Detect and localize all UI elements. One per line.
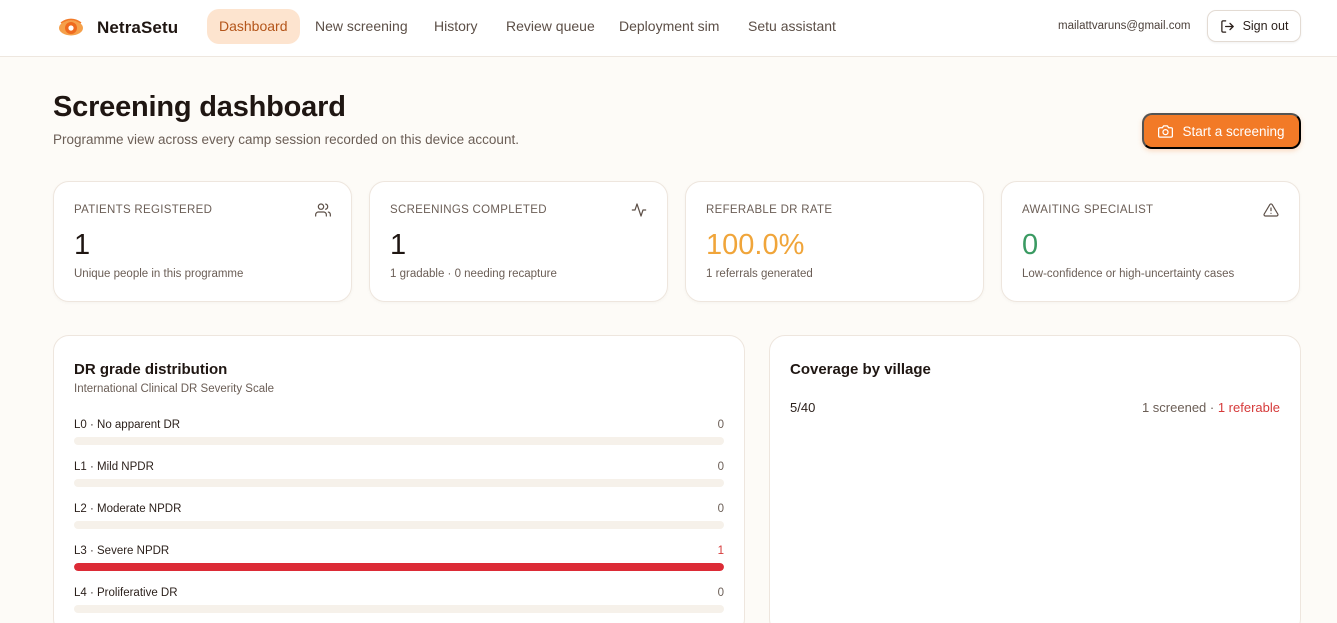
grade-bar-track xyxy=(74,605,724,613)
grade-bar-track xyxy=(74,479,724,487)
dr-grade-distribution-panel: DR grade distribution International Clin… xyxy=(53,335,745,623)
stat-card-awaiting-specialist: AWAITING SPECIALIST 0 Low-confidence or … xyxy=(1001,181,1300,302)
stat-note: Low-confidence or high-uncertainty cases xyxy=(1022,268,1235,280)
stat-label: AWAITING SPECIALIST xyxy=(1022,204,1154,216)
grade-count: 1 xyxy=(717,545,724,557)
village-referable-count: 1 referable xyxy=(1217,400,1280,415)
nav-deployment-sim[interactable]: Deployment sim xyxy=(607,9,731,44)
grade-count: 0 xyxy=(717,503,724,515)
coverage-by-village-panel: Coverage by village 5/40 1 screened · 1 … xyxy=(769,335,1301,623)
eye-logo-icon xyxy=(59,18,83,36)
users-icon xyxy=(315,203,331,217)
stat-value: 100.0% xyxy=(706,229,805,261)
stat-note: 1 gradable · 0 needing recapture xyxy=(390,268,557,280)
activity-icon xyxy=(631,203,647,217)
stat-note: Unique people in this programme xyxy=(74,268,244,280)
grade-row-l4: L4 · Proliferative DR 0 xyxy=(74,587,724,617)
start-screening-button[interactable]: Start a screening xyxy=(1142,113,1301,149)
sign-out-icon xyxy=(1220,19,1234,33)
alert-triangle-icon xyxy=(1263,203,1279,217)
user-email: mailattvaruns@gmail.com xyxy=(1058,20,1191,32)
grade-count: 0 xyxy=(717,587,724,599)
stat-label: SCREENINGS COMPLETED xyxy=(390,204,547,216)
nav-new-screening[interactable]: New screening xyxy=(303,9,420,44)
grade-label: L4 · Proliferative DR xyxy=(74,587,178,599)
grade-bar-track xyxy=(74,521,724,529)
brand[interactable]: NetraSetu xyxy=(58,14,178,42)
sign-out-button[interactable]: Sign out xyxy=(1207,10,1301,42)
stat-value: 0 xyxy=(1022,229,1039,261)
grade-bar-fill xyxy=(74,563,724,571)
brand-name: NetraSetu xyxy=(97,18,179,37)
stat-card-patients-registered: PATIENTS REGISTERED 1 Unique people in t… xyxy=(53,181,352,302)
panel-subtitle: International Clinical DR Severity Scale xyxy=(74,383,275,395)
top-nav-bar: NetraSetu Dashboard New screening Histor… xyxy=(0,0,1337,57)
grade-label: L2 · Moderate NPDR xyxy=(74,503,182,515)
grade-bar-track xyxy=(74,563,724,571)
nav-history[interactable]: History xyxy=(422,9,490,44)
stat-card-screenings-completed: SCREENINGS COMPLETED 1 1 gradable · 0 ne… xyxy=(369,181,668,302)
panel-title: DR grade distribution xyxy=(74,361,228,378)
camera-icon xyxy=(1158,124,1174,138)
nav-review-queue[interactable]: Review queue xyxy=(494,9,607,44)
stat-card-referable-dr-rate: REFERABLE DR RATE 100.0% 1 referrals gen… xyxy=(685,181,984,302)
grade-row-l1: L1 · Mild NPDR 0 xyxy=(74,461,724,491)
panel-title: Coverage by village xyxy=(790,361,931,378)
nav-setu-assistant[interactable]: Setu assistant xyxy=(736,9,848,44)
village-stats-separator: · xyxy=(1206,400,1218,415)
stat-label: REFERABLE DR RATE xyxy=(706,204,833,216)
page-subtitle: Programme view across every camp session… xyxy=(53,132,519,147)
grade-row-l0: L0 · No apparent DR 0 xyxy=(74,419,724,449)
village-name: 5/40 xyxy=(790,400,816,415)
stat-value: 1 xyxy=(74,229,91,261)
grade-count: 0 xyxy=(717,419,724,431)
village-screened-count: 1 screened xyxy=(1141,400,1207,415)
page-title: Screening dashboard xyxy=(53,91,346,123)
grade-row-l2: L2 · Moderate NPDR 0 xyxy=(74,503,724,533)
grade-label: L1 · Mild NPDR xyxy=(74,461,154,473)
grade-bar-track xyxy=(74,437,724,445)
grade-count: 0 xyxy=(717,461,724,473)
start-screening-label: Start a screening xyxy=(1182,123,1285,139)
stat-value: 1 xyxy=(390,229,407,261)
grade-row-l3: L3 · Severe NPDR 1 xyxy=(74,545,724,575)
sign-out-label: Sign out xyxy=(1242,19,1289,33)
village-stats: 1 screened · 1 referable xyxy=(1142,400,1280,415)
grade-label: L3 · Severe NPDR xyxy=(74,545,170,557)
stat-label: PATIENTS REGISTERED xyxy=(74,204,213,216)
grade-label: L0 · No apparent DR xyxy=(74,419,181,431)
stat-note: 1 referrals generated xyxy=(706,268,813,280)
nav-dashboard[interactable]: Dashboard xyxy=(207,9,300,44)
